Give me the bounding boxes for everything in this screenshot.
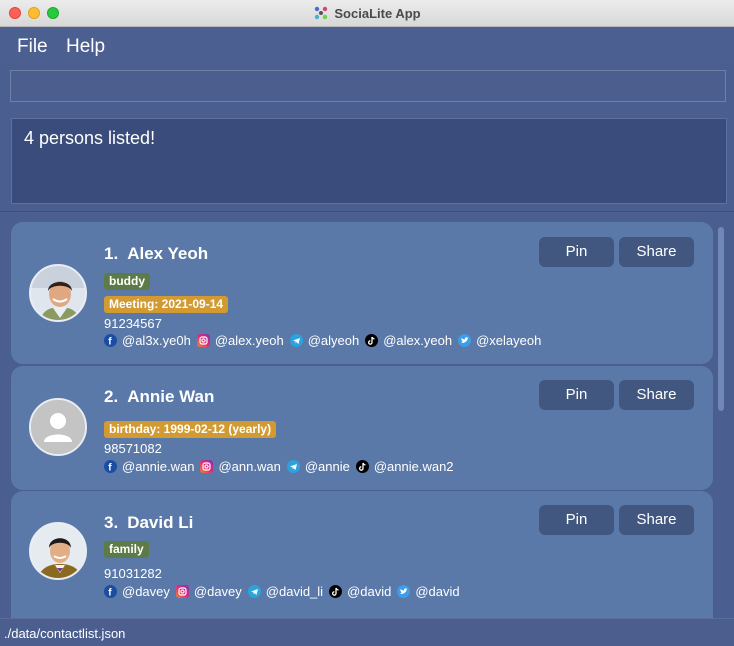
tag-badge: family — [104, 541, 149, 558]
instagram-icon — [175, 585, 189, 598]
person-name-row: 2. Annie Wan — [104, 387, 214, 407]
status-bar: ./data/contactlist.json — [0, 618, 734, 646]
tiktok-handle: @annie.wan2 — [373, 459, 454, 474]
person-index: 1. — [104, 244, 119, 263]
menu-file[interactable]: File — [17, 36, 48, 58]
svg-text:f: f — [108, 463, 112, 474]
person-index: 3. — [104, 513, 119, 532]
share-button[interactable]: Share — [619, 505, 694, 535]
facebook-handle: @davey — [122, 584, 170, 599]
menu-bar: File Help — [0, 27, 734, 63]
phone-number: 91031282 — [104, 566, 162, 581]
result-message: 4 persons listed! — [24, 128, 156, 148]
avatar — [29, 398, 87, 456]
instagram-handle: @ann.wan — [218, 459, 281, 474]
tiktok-handle: @alex.yeoh — [383, 333, 453, 348]
person-name: David Li — [127, 513, 194, 532]
twitter-handle: @xelayeoh — [476, 333, 542, 348]
share-button[interactable]: Share — [619, 380, 694, 410]
person-list: 1. Alex Yeoh buddy Meeting: 2021-09-14 91… — [0, 212, 734, 618]
svg-text:f: f — [108, 588, 112, 599]
app-logo-icon — [315, 6, 328, 20]
telegram-icon — [286, 460, 300, 473]
result-display: 4 persons listed! — [11, 118, 727, 204]
telegram-handle: @david_li — [265, 584, 324, 599]
instagram-icon — [196, 334, 210, 347]
social-handles: f @davey @davey @david_li @david @david — [104, 584, 466, 599]
facebook-handle: @annie.wan — [122, 459, 195, 474]
facebook-handle: @al3x.ye0h — [122, 333, 191, 348]
telegram-handle: @annie — [304, 459, 350, 474]
social-handles: f @annie.wan @ann.wan @annie @annie.wan2 — [104, 459, 460, 474]
telegram-icon — [247, 585, 261, 598]
person-card[interactable]: 2. Annie Wan birthday: 1999-02-12 (yearly… — [11, 366, 713, 490]
tiktok-icon — [355, 460, 369, 473]
twitter-handle: @david — [415, 584, 460, 599]
facebook-icon: f — [104, 334, 117, 348]
person-index: 2. — [104, 387, 119, 406]
phone-number: 91234567 — [104, 316, 162, 331]
pin-button[interactable]: Pin — [539, 237, 614, 267]
tiktok-icon — [329, 585, 343, 598]
person-name: Alex Yeoh — [127, 244, 209, 263]
list-scrollbar-thumb[interactable] — [718, 227, 724, 411]
facebook-icon: f — [104, 460, 117, 474]
pin-button[interactable]: Pin — [539, 505, 614, 535]
event-badge: Meeting: 2021-09-14 — [104, 296, 229, 313]
event-badge: birthday: 1999-02-12 (yearly) — [104, 421, 277, 438]
person-card[interactable]: 3. David Li family 91031282 f @davey @dav… — [11, 491, 713, 618]
telegram-handle: @alyeoh — [307, 333, 360, 348]
share-button[interactable]: Share — [619, 237, 694, 267]
person-name-row: 1. Alex Yeoh — [104, 244, 208, 264]
tiktok-handle: @david — [347, 584, 392, 599]
instagram-icon — [200, 460, 214, 473]
window-titlebar: SociaLite App — [0, 0, 734, 27]
twitter-icon — [397, 585, 411, 598]
twitter-icon — [458, 334, 472, 347]
avatar — [29, 522, 87, 580]
pin-button[interactable]: Pin — [539, 380, 614, 410]
svg-text:f: f — [108, 337, 112, 348]
person-name-row: 3. David Li — [104, 513, 193, 533]
phone-number: 98571082 — [104, 441, 162, 456]
command-input[interactable] — [10, 70, 726, 102]
instagram-handle: @davey — [193, 584, 242, 599]
facebook-icon: f — [104, 585, 117, 599]
social-handles: f @al3x.ye0h @alex.yeoh @alyeoh @alex.ye… — [104, 333, 547, 348]
tiktok-icon — [365, 334, 379, 347]
telegram-icon — [289, 334, 303, 347]
person-card[interactable]: 1. Alex Yeoh buddy Meeting: 2021-09-14 91… — [11, 222, 713, 364]
window-title: SociaLite App — [334, 5, 421, 21]
person-name: Annie Wan — [127, 387, 215, 406]
instagram-handle: @alex.yeoh — [214, 333, 284, 348]
save-file-path: ./data/contactlist.json — [4, 626, 126, 641]
avatar — [29, 264, 87, 322]
menu-help[interactable]: Help — [66, 36, 105, 58]
tag-badge: buddy — [104, 273, 150, 290]
